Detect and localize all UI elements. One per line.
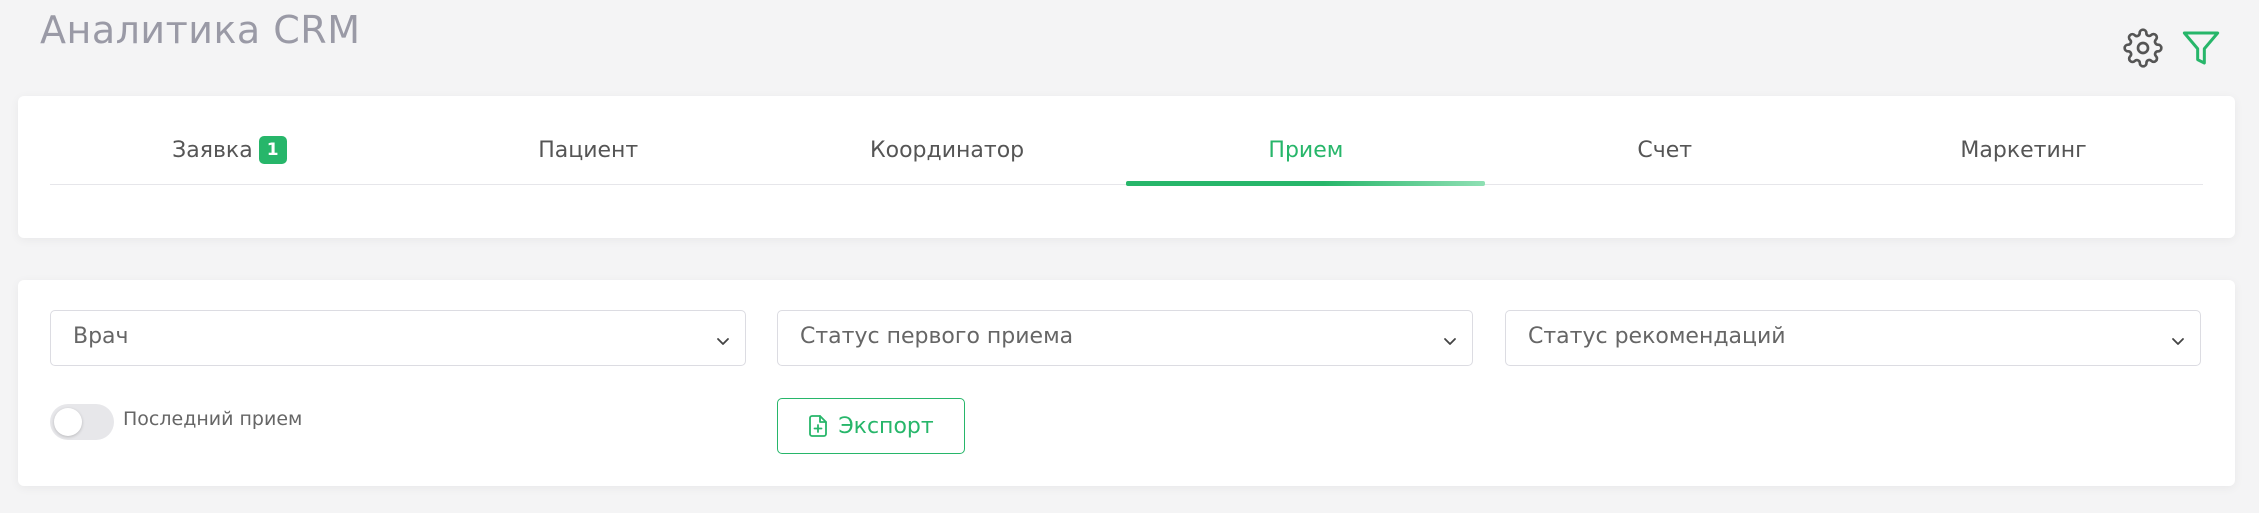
doctor-select[interactable]: Врач xyxy=(50,310,746,366)
chevron-down-icon xyxy=(1444,338,1456,345)
toggle-knob xyxy=(54,408,82,436)
filters-card: Врач Статус первого приема Статус рекоме… xyxy=(18,280,2235,486)
tab-label: Прием xyxy=(1268,138,1344,163)
select-placeholder: Статус рекомендаций xyxy=(1528,324,1786,349)
tab-bar: Заявка 1 Пациент Координатор Прием Счет … xyxy=(50,136,2203,186)
tab-label: Маркетинг xyxy=(1960,138,2087,163)
top-toolbar xyxy=(2123,28,2221,68)
count-badge: 1 xyxy=(258,136,287,164)
tab-coordinator[interactable]: Координатор xyxy=(768,136,1127,184)
filter-icon[interactable] xyxy=(2181,28,2221,68)
tab-label: Пациент xyxy=(538,138,639,163)
tab-label: Заявка xyxy=(172,138,253,163)
chevron-down-icon xyxy=(717,338,729,345)
last-visit-toggle[interactable] xyxy=(50,404,114,440)
last-visit-toggle-label: Последний прием xyxy=(123,408,303,430)
first-visit-status-select[interactable]: Статус первого приема xyxy=(777,310,1473,366)
tab-request[interactable]: Заявка 1 xyxy=(50,136,409,184)
tab-marketing[interactable]: Маркетинг xyxy=(1844,136,2203,184)
tabs-card: Заявка 1 Пациент Координатор Прием Счет … xyxy=(18,96,2235,238)
page-title: Аналитика CRM xyxy=(40,8,361,52)
tab-invoice[interactable]: Счет xyxy=(1485,136,1844,184)
export-button-label: Экспорт xyxy=(838,413,934,439)
tab-label: Счет xyxy=(1637,138,1693,163)
gear-icon[interactable] xyxy=(2123,28,2163,68)
tab-patient[interactable]: Пациент xyxy=(409,136,768,184)
recommendation-status-select[interactable]: Статус рекомендаций xyxy=(1505,310,2201,366)
chevron-down-icon xyxy=(2172,338,2184,345)
file-plus-icon xyxy=(809,415,828,437)
tab-appointment[interactable]: Прием xyxy=(1126,136,1486,186)
tab-label: Координатор xyxy=(870,138,1025,163)
select-placeholder: Врач xyxy=(73,324,129,349)
select-placeholder: Статус первого приема xyxy=(800,324,1074,349)
export-button[interactable]: Экспорт xyxy=(777,398,965,454)
